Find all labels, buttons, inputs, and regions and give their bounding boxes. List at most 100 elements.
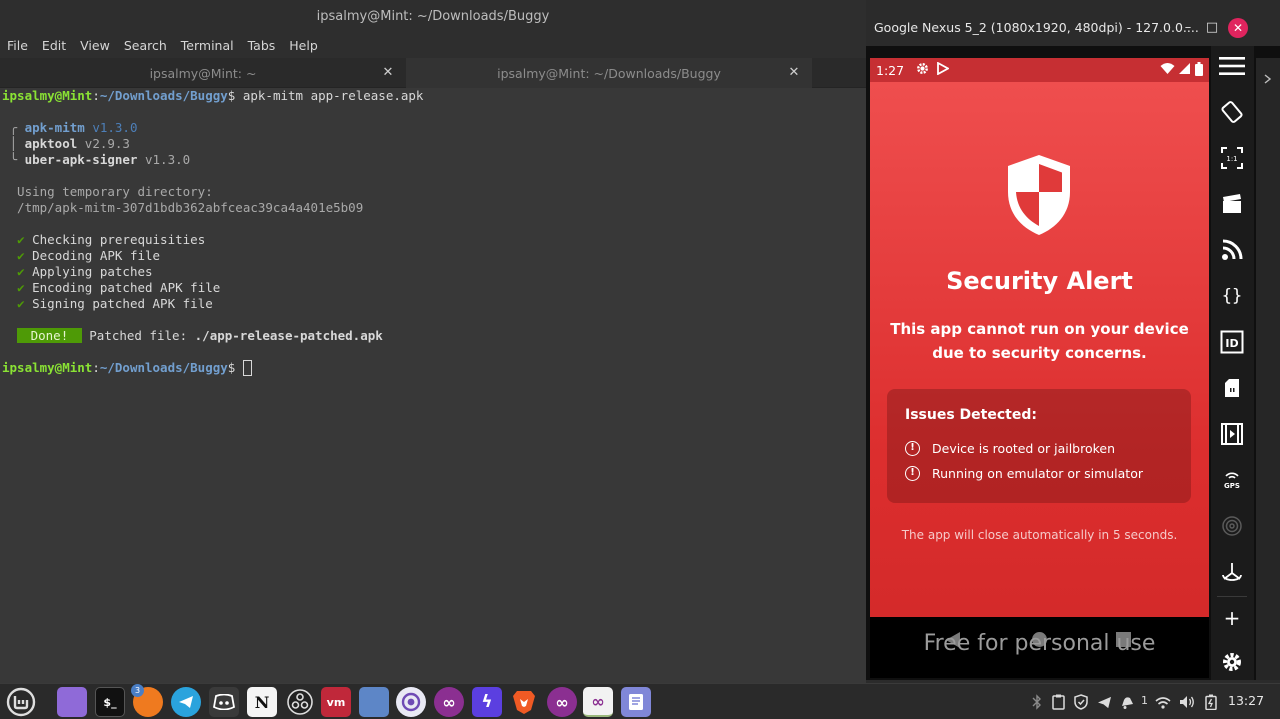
terminal-output[interactable]: ipsalmy@Mint:~/Downloads/Buggy$ apk-mitm… <box>0 88 866 683</box>
vmware-app-icon[interactable]: vm <box>321 687 351 717</box>
tool-name: apk-mitm <box>24 120 85 135</box>
tool-prefix: │ <box>2 136 25 151</box>
issue-item: ! Device is rooted or jailbroken <box>905 436 1173 461</box>
svg-text:1:1: 1:1 <box>1226 155 1237 163</box>
webcam-app-icon[interactable] <box>396 687 426 717</box>
mint-menu-icon[interactable] <box>6 687 36 717</box>
security-alert-screen: Security Alert This app cannot run on yo… <box>870 82 1209 617</box>
tab-label: ipsalmy@Mint: ~/Downloads/Buggy <box>497 65 721 81</box>
watermark-text: Free for personal use <box>923 631 1156 656</box>
genymotion-emulator-app-icon[interactable]: ∞ <box>583 687 613 717</box>
prompt-line: ipsalmy@Mint:~/Downloads/Buggy$ <box>2 360 252 376</box>
discord-app-icon[interactable] <box>209 687 239 717</box>
fingerprint-icon[interactable] <box>1216 510 1248 542</box>
menu-help[interactable]: Help <box>289 38 318 53</box>
bolt-app-icon[interactable]: ϟ <box>472 687 502 717</box>
terminal-title-bar[interactable]: ipsalmy@Mint: ~/Downloads/Buggy <box>0 0 866 32</box>
settings-gear-icon[interactable] <box>1216 646 1248 678</box>
maximize-button[interactable]: □ <box>1202 18 1222 38</box>
genymotion-app-icon[interactable]: ∞ <box>434 687 464 717</box>
capture-icon[interactable] <box>1216 188 1248 220</box>
prompt-path: ~/Downloads/Buggy <box>99 360 228 375</box>
temp-dir-label: Using temporary directory: <box>2 184 213 199</box>
menu-search[interactable]: Search <box>124 38 167 53</box>
countdown-text: The app will close automatically in 5 se… <box>901 528 1178 542</box>
film-icon[interactable] <box>1216 418 1248 450</box>
notification-bell-icon[interactable] <box>1119 693 1135 711</box>
issues-panel: Issues Detected: ! Device is rooted or j… <box>887 389 1191 503</box>
rss-icon[interactable] <box>1216 234 1248 266</box>
warning-circle-icon: ! <box>905 466 920 481</box>
chevron-right-icon[interactable] <box>1263 74 1273 84</box>
id-icon[interactable]: ID <box>1216 326 1248 358</box>
emulator-window: Google Nexus 5_2 (1080x1920, 480dpi) - 1… <box>866 10 1280 680</box>
emulator-scrollbar[interactable] <box>1256 58 1280 680</box>
step-line: ✔ Decoding APK file <box>2 248 160 264</box>
braces-icon[interactable]: {} <box>1216 280 1248 312</box>
device-screen[interactable]: 1:27 Security Alert This app cannot run … <box>870 58 1209 678</box>
obs-app-icon[interactable] <box>285 687 315 717</box>
patched-label: Patched file: <box>81 328 195 343</box>
step-line: ✔ Checking prerequisities <box>2 232 205 248</box>
svg-text:GPS: GPS <box>1224 482 1240 490</box>
status-time: 1:27 <box>876 62 905 78</box>
step-line: ✔ Signing patched APK file <box>2 296 213 312</box>
toolbar-divider <box>1217 596 1247 597</box>
prompt-path: ~/Downloads/Buggy <box>99 88 228 103</box>
menu-file[interactable]: File <box>7 38 28 53</box>
pixel-perfect-icon[interactable]: 1:1 <box>1216 142 1248 174</box>
menu-view[interactable]: View <box>80 38 110 53</box>
tool-line: │ apktool v2.9.3 <box>2 136 130 152</box>
tool-line: ╰ uber-apk-signer v1.3.0 <box>2 152 191 168</box>
patched-file: ./app-release-patched.apk <box>194 328 383 343</box>
tab-close-icon[interactable]: ✕ <box>380 65 396 81</box>
issue-item: ! Running on emulator or simulator <box>905 461 1173 486</box>
menu-tabs[interactable]: Tabs <box>248 38 276 53</box>
biometric-icon[interactable] <box>1216 556 1248 588</box>
rotate-icon[interactable] <box>1216 96 1248 128</box>
bluetooth-icon[interactable] <box>1029 693 1045 711</box>
minimize-button[interactable]: – <box>1178 18 1198 38</box>
tab-buggy[interactable]: ipsalmy@Mint: ~/Downloads/Buggy ✕ <box>406 58 812 88</box>
tool-prefix: ╭ <box>2 120 25 135</box>
clipboard-icon[interactable] <box>1050 693 1066 711</box>
text-editor-app-icon[interactable] <box>621 687 651 717</box>
battery-tray-icon[interactable] <box>1203 693 1219 711</box>
tool-name: apktool <box>24 136 78 151</box>
tab-close-icon[interactable]: ✕ <box>786 65 802 81</box>
play-store-icon <box>937 61 950 78</box>
brave-app-icon[interactable] <box>509 687 539 717</box>
tool-prefix: ╰ <box>2 152 25 167</box>
sd-card-icon[interactable] <box>1216 372 1248 404</box>
shield-check-icon[interactable] <box>1073 693 1089 711</box>
close-button[interactable]: ✕ <box>1228 18 1248 38</box>
step-text: Decoding APK file <box>32 248 161 263</box>
gps-icon[interactable]: GPS <box>1216 464 1248 496</box>
wifi-tray-icon[interactable] <box>1155 693 1171 711</box>
menu-edit[interactable]: Edit <box>42 38 66 53</box>
genymotion-player-app-icon[interactable]: ∞ <box>547 687 577 717</box>
issue-text: Running on emulator or simulator <box>932 466 1143 481</box>
system-settings-app-icon[interactable] <box>359 687 389 717</box>
tab-home[interactable]: ipsalmy@Mint: ~ ✕ <box>0 58 406 88</box>
tab-label: ipsalmy@Mint: ~ <box>149 65 257 81</box>
notion-app-icon[interactable]: N <box>247 687 277 717</box>
command-text: apk-mitm app-release.apk <box>235 88 424 103</box>
menu-icon[interactable] <box>1216 50 1248 82</box>
issues-title: Issues Detected: <box>905 407 1037 423</box>
command-line: ipsalmy@Mint:~/Downloads/Buggy$ apk-mitm… <box>2 88 423 104</box>
files-app-icon[interactable] <box>57 687 87 717</box>
add-icon[interactable]: + <box>1216 602 1248 634</box>
clock[interactable]: 13:27 <box>1228 693 1264 708</box>
prompt-user: ipsalmy@Mint <box>2 360 93 375</box>
tool-version: v1.3.0 <box>137 152 191 167</box>
terminal-app-icon[interactable]: $_ <box>95 687 125 717</box>
telegram-tray-icon[interactable] <box>1096 693 1112 711</box>
battery-icon <box>1195 62 1203 79</box>
telegram-app-icon[interactable] <box>171 687 201 717</box>
signal-icon <box>1179 62 1191 79</box>
volume-icon[interactable] <box>1179 693 1195 711</box>
menu-terminal[interactable]: Terminal <box>181 38 234 53</box>
android-nav-bar: Free for personal use <box>870 617 1209 678</box>
notification-badge: 3 <box>131 684 144 697</box>
